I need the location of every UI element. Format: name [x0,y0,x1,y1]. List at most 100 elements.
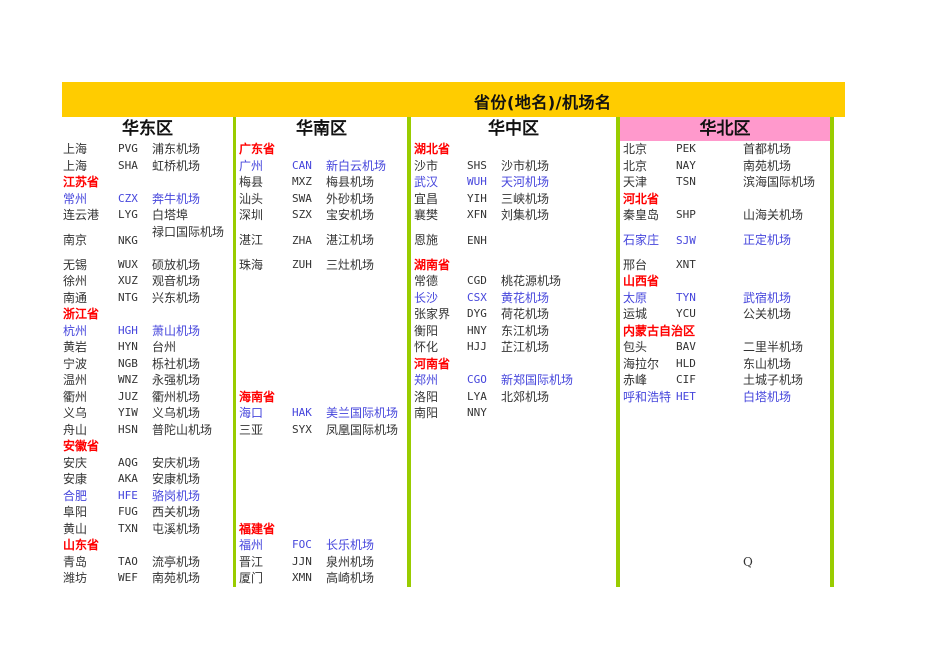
airport-row: 运城 YCU 公关机场 [620,306,830,323]
airport-name: 骆岗机场 [152,488,201,503]
city-name: 南阳 [414,406,439,420]
airport-name: 浦东机场 [152,142,201,156]
airport-code: SHS [467,158,487,172]
city-name: 衡阳 [414,323,439,338]
province-row: 浙江省 [62,306,233,323]
title-banner: 省份(地名)/机场名 [62,82,845,117]
city-name: 上海 [63,142,88,156]
city-name: 晋江 [239,554,264,569]
province-row: 安徽省 [62,438,233,455]
airport-code: TXN [118,521,138,535]
airport-row [620,537,830,554]
airport-row [411,488,616,505]
airport-row: 常德 CGD 桃花源机场 [411,273,616,290]
airport-row [236,471,407,488]
airport-code: HYN [118,340,138,353]
airport-code: XFN [467,208,487,221]
airport-row: 张家界 DYG 荷花机场 [411,306,616,323]
airport-code: HGH [118,323,138,337]
airport-row: 三亚 SYX 凤凰国际机场 [236,422,407,439]
airport-row: 武汉 WUH 天河机场 [411,174,616,191]
airport-row: 合肥 HFE 骆岗机场 [62,488,233,505]
airport-code: FUG [118,505,138,518]
region-column-north: 华北区 北京 PEK 首都机场 北京 NAY 南苑机场 天津 TSN 滨海国际机场 河北省 秦皇岛 SH… [620,117,834,587]
city-name: 海拉尔 [623,356,660,371]
airport-code: CIF [676,373,696,386]
airport-name: 土城子机场 [743,373,804,387]
airport-name: 武宿机场 [743,290,792,305]
city-name: 邢台 [623,257,648,272]
airport-code: ZUH [292,257,312,271]
airport-code: JUZ [118,389,138,403]
airport-row: 上海 PVG 浦东机场 [62,141,233,158]
airport-name: 新白云机场 [326,158,387,173]
airport-name: 白塔埠 [152,208,189,222]
airport-row: 沙市 SHS 沙市机场 [411,158,616,175]
airport-name: 新郑国际机场 [501,373,574,387]
city-name: 常州 [63,191,88,206]
airport-code: SHA [118,158,138,172]
airport-code: AQG [118,455,138,469]
airport-name: Q [743,554,753,569]
airport-code: PVG [118,142,138,155]
city-name: 阜阳 [63,505,88,519]
province-name: 山西省 [623,274,660,288]
airport-name: 衢州机场 [152,389,201,404]
airport-row: 福州 FOC 长乐机场 [236,537,407,554]
airport-row [620,455,830,472]
city-name: 石家庄 [623,232,660,247]
airport-code: NGB [118,356,138,370]
province-name: 广东省 [239,142,276,156]
airport-row [236,455,407,472]
airport-row: 义乌 YIW 义乌机场 [62,405,233,422]
city-name: 宜昌 [414,191,439,206]
airport-name: 萧山机场 [152,323,201,338]
airport-row [411,537,616,554]
city-name: 深圳 [239,208,264,222]
airport-row: 潍坊 WEF 南苑机场 [62,570,233,587]
region-column-east: 华东区 上海 PVG 浦东机场 上海 SHA 虹桥机场 江苏省 常州 CZX 奔牛机场 连云港 LYG 白… [62,117,236,587]
province-row: 江苏省 [62,174,233,191]
airport-row [411,570,616,587]
airport-code: NNY [467,406,487,419]
city-name: 无锡 [63,257,88,272]
airport-name: 外砂机场 [326,191,375,206]
airport-code: HAK [292,406,312,419]
province-name: 湖北省 [414,142,451,156]
airport-name: 山海关机场 [743,208,804,222]
airport-name: 北郊机场 [501,389,550,404]
city-name: 北京 [623,158,648,173]
airport-row: 包头 BAV 二里半机场 [620,339,830,356]
city-name: 衢州 [63,389,88,404]
airport-row: 梅县 MXZ 梅县机场 [236,174,407,191]
airport-row: 舟山 HSN 普陀山机场 [62,422,233,439]
city-name: 安康 [63,472,88,486]
airport-name: 禄口国际机场 [152,224,225,239]
city-name: 天津 [623,175,648,189]
airport-code: SWA [292,191,312,205]
airport-name: 三灶机场 [326,257,375,272]
province-row: 湖北省 [411,141,616,158]
airport-row: 黄岩 HYN 台州 [62,339,233,356]
airport-row: 石家庄 SJW 正定机场 [620,224,830,257]
province-row: 河北省 [620,191,830,208]
city-name: 三亚 [239,422,264,437]
airport-code: NKG [118,233,138,247]
airport-row [236,356,407,373]
airport-name: 三峡机场 [501,191,550,206]
airport-code: HJJ [467,340,487,353]
airport-code: BAV [676,340,696,353]
airport-row: 邢台 XNT [620,257,830,274]
airport-row: 无锡 WUX 硕放机场 [62,257,233,274]
airport-name: 荷花机场 [501,307,550,321]
airport-code: CGO [467,373,487,386]
airport-row: 晋江 JJN 泉州机场 [236,554,407,571]
airport-code: SYX [292,422,312,436]
airport-row: 徐州 XUZ 观音机场 [62,273,233,290]
airport-name: 正定机场 [743,232,792,247]
airport-row: 南通 NTG 兴东机场 [62,290,233,307]
airport-row: 衡阳 HNY 东江机场 [411,323,616,340]
city-name: 合肥 [63,488,88,503]
province-row: 福建省 [236,521,407,538]
airport-name: 湛江机场 [326,232,375,247]
